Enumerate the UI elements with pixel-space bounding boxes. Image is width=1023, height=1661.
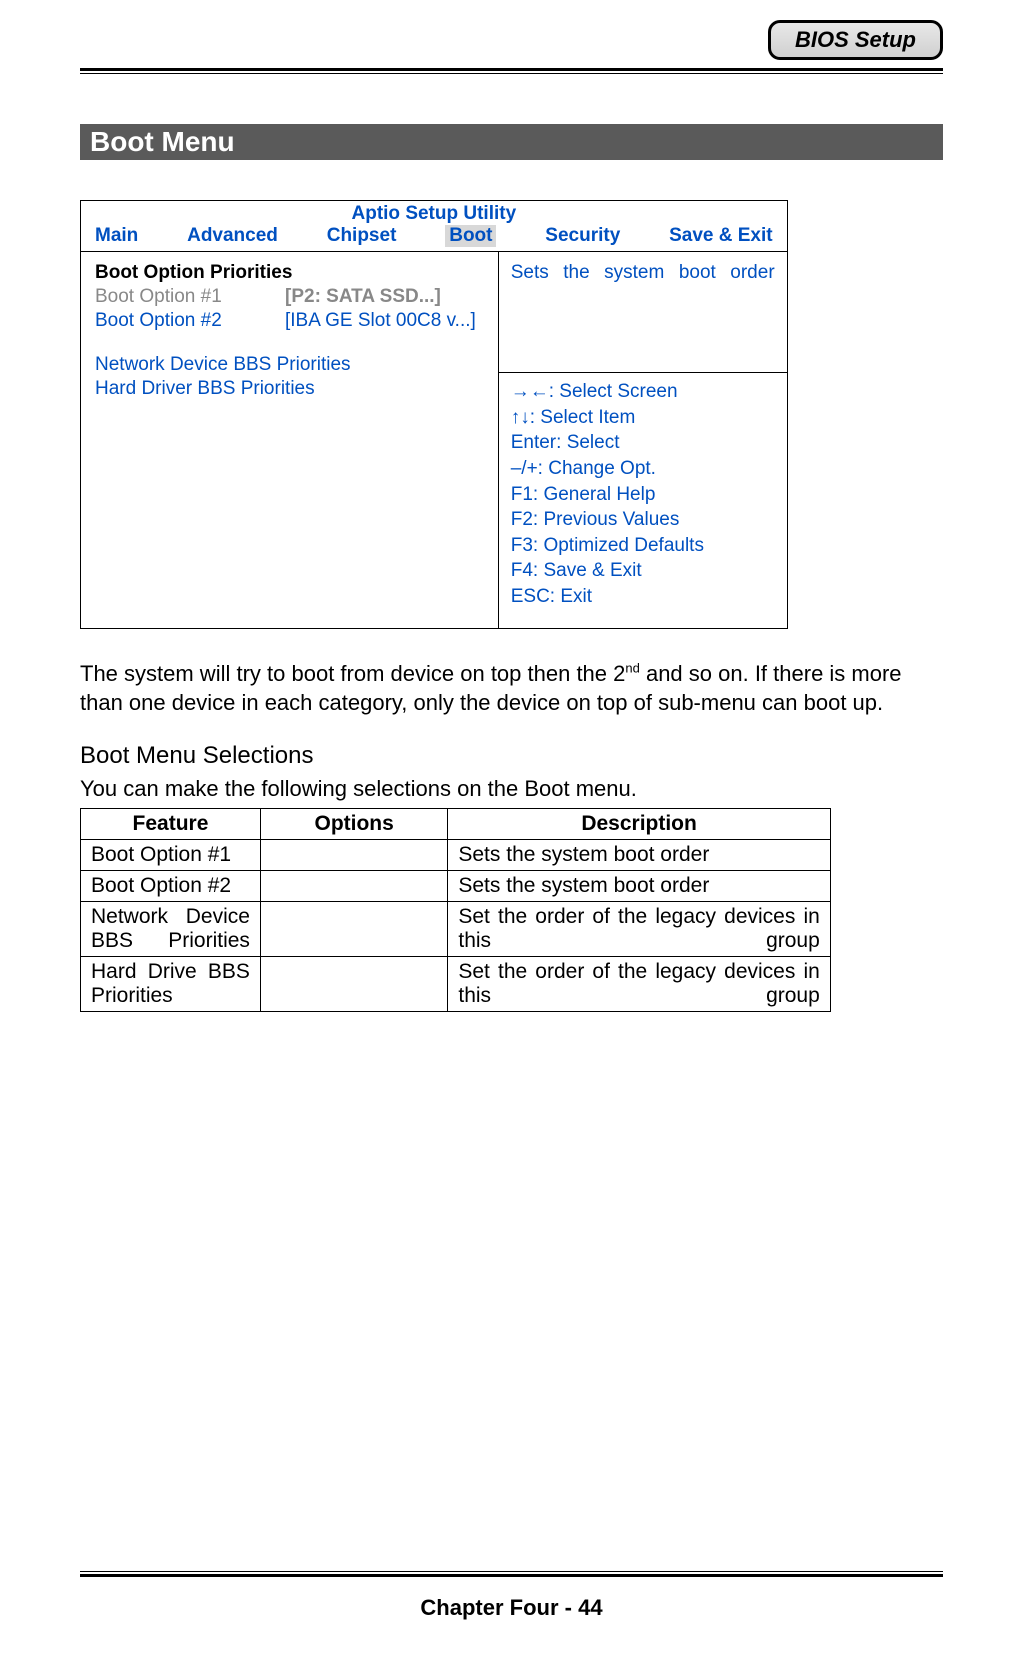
description-paragraph: The system will try to boot from device … [80,659,943,718]
tab-advanced[interactable]: Advanced [187,225,278,247]
key-f3: F3: Optimized Defaults [511,533,775,559]
cell-options [260,840,447,871]
section-title: Boot Menu [80,124,943,160]
cell-description: Set the order of the legacy devices in t… [448,902,830,957]
desc-sup: nd [625,660,639,675]
boot-option-2-value: [IBA GE Slot 00C8 v...] [285,310,476,332]
bios-title: Aptio Setup Utility [81,201,787,225]
tab-save-exit[interactable]: Save & Exit [669,225,773,247]
footer-text: Chapter Four - 44 [80,1595,943,1621]
selections-table: Feature Options Description Boot Option … [80,808,831,1012]
key-enter: Enter: Select [511,430,775,456]
bios-utility-panel: Aptio Setup Utility Main Advanced Chipse… [80,200,788,629]
boot-option-1-row[interactable]: Boot Option #1 [P2: SATA SSD...] [95,286,484,308]
boot-option-1-label: Boot Option #1 [95,286,285,308]
bios-left-panel: Boot Option Priorities Boot Option #1 [P… [81,252,499,628]
header-feature: Feature [81,809,261,840]
cell-options [260,871,447,902]
cell-feature: Hard Drive BBS Priorities [81,957,261,1012]
boot-option-2-label: Boot Option #2 [95,310,285,332]
hard-driver-bbs-item[interactable]: Hard Driver BBS Priorities [95,378,484,400]
cell-options [260,902,447,957]
tab-main[interactable]: Main [95,225,138,247]
cell-description: Sets the system boot order [448,840,830,871]
tab-boot[interactable]: Boot [445,225,496,247]
cell-feature: Boot Option #1 [81,840,261,871]
bios-help-text: Sets the system boot order [499,252,787,372]
key-f4: F4: Save & Exit [511,558,775,584]
desc-before: The system will try to boot from device … [80,661,625,686]
cell-description: Sets the system boot order [448,871,830,902]
top-rule [80,68,943,74]
bios-key-help: →←: Select Screen ↑↓: Select Item Enter:… [499,372,787,628]
table-row: Boot Option #1 Sets the system boot order [81,840,831,871]
cell-feature: Network Device BBS Priorities [81,902,261,957]
network-device-bbs-item[interactable]: Network Device BBS Priorities [95,354,484,376]
table-row: Boot Option #2 Sets the system boot order [81,871,831,902]
key-f2: F2: Previous Values [511,507,775,533]
cell-description: Set the order of the legacy devices in t… [448,957,830,1012]
cell-feature: Boot Option #2 [81,871,261,902]
bios-tabs: Main Advanced Chipset Boot Security Save… [81,225,787,252]
key-change-opt: –/+: Change Opt. [511,456,775,482]
bios-setup-badge: BIOS Setup [768,20,943,60]
tab-chipset[interactable]: Chipset [327,225,397,247]
bottom-rule [80,1571,943,1577]
tab-security[interactable]: Security [545,225,620,247]
bios-right-panel: Sets the system boot order →←: Select Sc… [499,252,787,628]
key-esc: ESC: Exit [511,584,775,610]
cell-options [260,957,447,1012]
boot-menu-selections-text: You can make the following selections on… [80,776,943,802]
key-f1: F1: General Help [511,482,775,508]
boot-menu-selections-heading: Boot Menu Selections [80,742,943,770]
boot-option-1-value: [P2: SATA SSD...] [285,286,441,308]
boot-option-2-row[interactable]: Boot Option #2 [IBA GE Slot 00C8 v...] [95,310,484,332]
key-select-item: ↑↓: Select Item [511,405,775,431]
table-row: Network Device BBS Priorities Set the ord… [81,902,831,957]
key-select-screen: →←: Select Screen [511,379,775,405]
header-description: Description [448,809,830,840]
boot-option-priorities-heading: Boot Option Priorities [95,262,484,284]
table-header-row: Feature Options Description [81,809,831,840]
table-row: Hard Drive BBS Priorities Set the order o… [81,957,831,1012]
header-options: Options [260,809,447,840]
